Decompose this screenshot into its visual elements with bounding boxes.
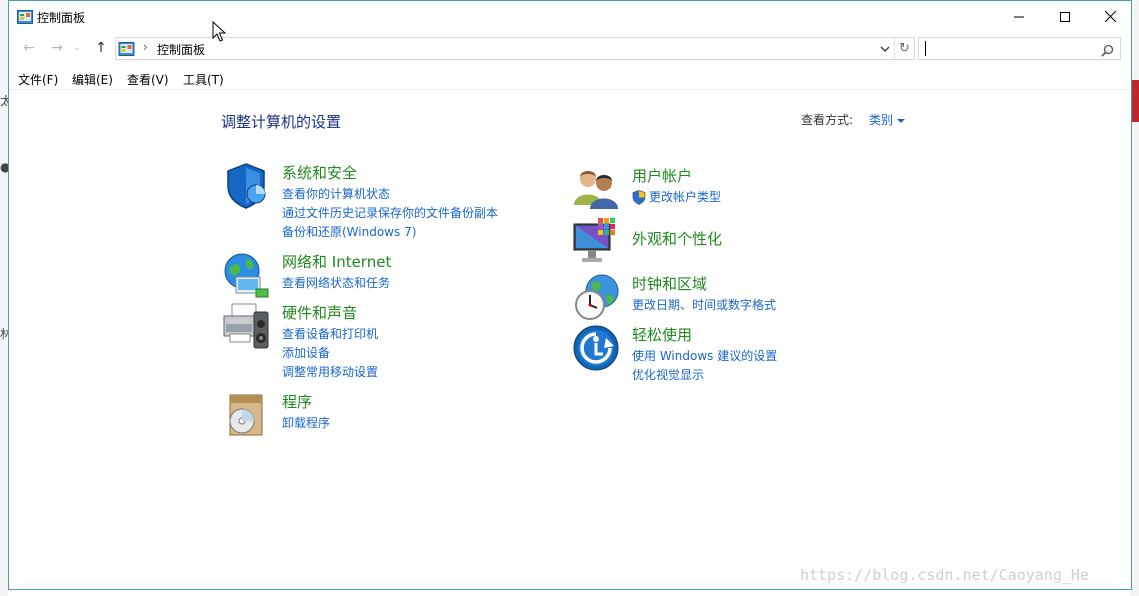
view-by-label: 查看方式: [801, 113, 854, 127]
refresh-button[interactable]: ↻ [894, 38, 914, 59]
users-icon[interactable] [572, 165, 620, 213]
category-title[interactable]: 外观和个性化 [632, 228, 722, 249]
globe-network-icon[interactable] [222, 251, 270, 299]
navigation-bar: ← → ⌄ ↑ › 控制面板 ↻ [9, 34, 1131, 62]
link-uninstall-program[interactable]: 卸载程序 [282, 414, 330, 433]
category-title[interactable]: 轻松使用 [632, 324, 692, 345]
link-backup-restore[interactable]: 备份和还原(Windows 7) [282, 223, 498, 242]
arrow-up-icon: ↑ [95, 40, 107, 56]
link-devices-printers[interactable]: 查看设备和打印机 [282, 325, 378, 344]
page-title: 调整计算机的设置 [221, 113, 342, 131]
text-caret [925, 41, 926, 56]
ease-of-access-icon[interactable] [572, 324, 620, 372]
program-disc-icon[interactable] [222, 391, 270, 439]
menu-file[interactable]: 文件(F) [18, 71, 58, 88]
close-icon [1104, 11, 1116, 22]
category-title[interactable]: 用户帐户 [632, 165, 692, 186]
chevron-down-icon [880, 46, 890, 52]
menu-edit[interactable]: 编辑(E) [72, 71, 113, 88]
link-label: 更改帐户类型 [649, 190, 722, 204]
view-by-value: 类别 [869, 113, 894, 127]
link-change-account-type[interactable]: 更改帐户类型 [632, 188, 721, 207]
watermark-text: https://blog.csdn.net/Caoyang_He [800, 566, 1089, 584]
window-title: 控制面板 [37, 11, 86, 25]
control-panel-window: 控制面板 ← → ⌄ ↑ › 控制面板 ↻ 文件(F) 编辑(E) 查看(V) … [8, 0, 1132, 590]
refresh-icon: ↻ [899, 41, 910, 56]
monitor-palette-icon[interactable] [572, 218, 620, 266]
menu-bar: 文件(F) 编辑(E) 查看(V) 工具(T) [9, 68, 1131, 89]
back-button[interactable]: ← [19, 39, 39, 57]
category-title[interactable]: 程序 [282, 391, 312, 412]
uac-shield-icon [632, 190, 646, 205]
mouse-cursor-icon [212, 20, 227, 47]
link-optimize-visual-display[interactable]: 优化视觉显示 [632, 366, 777, 385]
menu-view[interactable]: 查看(V) [127, 71, 169, 88]
category-title[interactable]: 硬件和声音 [282, 302, 357, 323]
control-panel-icon [118, 41, 135, 56]
link-network-status[interactable]: 查看网络状态和任务 [282, 274, 390, 293]
address-bar[interactable]: › 控制面板 ↻ [115, 37, 915, 60]
link-file-history-backup[interactable]: 通过文件历史记录保存你的文件备份副本 [282, 204, 498, 223]
printer-speaker-icon[interactable] [222, 302, 270, 350]
forward-button[interactable]: → [47, 39, 67, 57]
link-add-device[interactable]: 添加设备 [282, 344, 378, 363]
breadcrumb-control-panel[interactable]: 控制面板 [157, 41, 205, 58]
maximize-button[interactable] [1042, 1, 1088, 32]
clock-globe-icon[interactable] [572, 273, 620, 321]
category-title[interactable]: 网络和 Internet [282, 251, 391, 272]
search-icon[interactable] [1101, 42, 1114, 61]
recent-locations-button[interactable]: ⌄ [71, 39, 83, 57]
minimize-button[interactable] [996, 1, 1042, 32]
maximize-icon [1060, 11, 1070, 22]
link-recommended-settings[interactable]: 使用 Windows 建议的设置 [632, 347, 777, 366]
close-button[interactable] [1087, 1, 1133, 32]
arrow-left-icon: ← [23, 40, 35, 56]
view-by-dropdown[interactable]: 类别 [869, 111, 906, 128]
category-title[interactable]: 系统和安全 [282, 162, 357, 183]
minimize-icon [1014, 16, 1024, 17]
link-mobility-settings[interactable]: 调整常用移动设置 [282, 363, 378, 382]
title-bar[interactable]: 控制面板 [9, 1, 1131, 32]
address-dropdown-button[interactable] [876, 39, 894, 58]
category-title[interactable]: 时钟和区域 [632, 273, 707, 294]
up-button[interactable]: ↑ [91, 39, 111, 57]
menu-tools[interactable]: 工具(T) [183, 71, 224, 88]
desktop-background-left: 太 ● 林 [0, 0, 12, 596]
shield-icon[interactable] [222, 162, 270, 210]
search-box[interactable] [918, 37, 1121, 60]
dropdown-arrow-icon [897, 118, 906, 123]
link-view-computer-status[interactable]: 查看你的计算机状态 [282, 185, 498, 204]
divider [9, 89, 1131, 90]
breadcrumb-separator-icon: › [143, 40, 148, 54]
control-panel-icon [17, 9, 33, 24]
link-date-time-format[interactable]: 更改日期、时间或数字格式 [632, 296, 776, 315]
arrow-right-icon: → [51, 40, 63, 56]
chevron-down-icon: ⌄ [73, 43, 81, 53]
